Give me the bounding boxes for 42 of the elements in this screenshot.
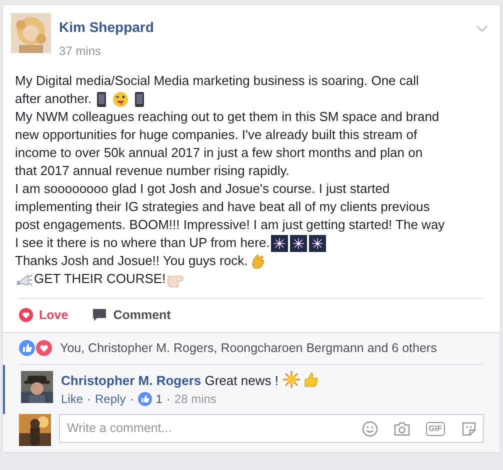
sun-icon <box>283 370 300 388</box>
post-text: implementing their IG strategies and have beat all of my clients previous <box>15 198 430 216</box>
post-text: after another. <box>15 90 92 108</box>
chevron-down-icon[interactable] <box>476 25 488 33</box>
comment-text: Great news ! <box>204 372 280 388</box>
like-link[interactable]: Like <box>61 390 84 408</box>
fireworks-icon <box>308 234 326 252</box>
post-text: I am soooooooo glad I got Josh and Josue's course. I just started <box>15 180 390 198</box>
separator-dot: · <box>130 391 134 408</box>
smiley-icon[interactable] <box>362 420 378 436</box>
like-reaction-icon <box>138 392 152 406</box>
gif-button[interactable]: GIF <box>426 422 445 436</box>
like-reaction-icon <box>19 340 35 356</box>
sticker-icon[interactable] <box>461 420 477 436</box>
comment-author[interactable]: Christopher M. Rogers <box>61 372 202 388</box>
post-time[interactable]: 37 mins <box>59 42 154 60</box>
post-text: Thanks Josh and Josue!! You guys rock. <box>15 252 248 270</box>
thumbs-up-icon <box>302 370 320 388</box>
love-reaction-icon <box>36 340 52 356</box>
camera-icon[interactable] <box>394 422 410 436</box>
like-count[interactable]: 1 <box>156 390 162 408</box>
comment-button[interactable]: Comment <box>92 306 171 325</box>
fireworks-icon <box>270 234 288 252</box>
fireworks-icon <box>290 234 307 252</box>
post-text: My Digital media/Social Media marketing business is soaring. One call <box>15 72 419 90</box>
comment-time[interactable]: 28 mins <box>174 390 216 408</box>
speech-bubble-icon <box>92 308 108 322</box>
reactions-summary[interactable]: You, Christopher M. Rogers, Roongcharoen Bergmann and 6 others <box>60 338 437 358</box>
post-text: that 2017 annual revenue number rising rapidly. <box>15 162 290 180</box>
love-button[interactable]: Love <box>19 306 68 325</box>
reply-link[interactable]: Reply <box>95 390 126 408</box>
post-text: new opportunities for huge companies. I've already built this stream of <box>15 126 418 144</box>
winking-face-icon <box>112 90 129 108</box>
post-text: I see it there is no where than UP from here. <box>15 234 270 252</box>
post-text: GET THEIR COURSE! <box>34 270 166 288</box>
comment-field[interactable]: Write a comment... GIF <box>59 414 484 443</box>
post-text: post engagements. BOOM!!! Impressive! I am just getting started! The way <box>15 216 445 234</box>
post-text: income to over 50k annual 2017 in just a few short months and plan on <box>15 144 423 162</box>
separator-dot: · <box>166 391 170 408</box>
post-text: My NWM colleagues reaching out to get them in this SM space and brand <box>15 108 440 126</box>
author-name[interactable]: Kim Sheppard <box>59 17 154 38</box>
separator-dot: · <box>87 391 92 408</box>
